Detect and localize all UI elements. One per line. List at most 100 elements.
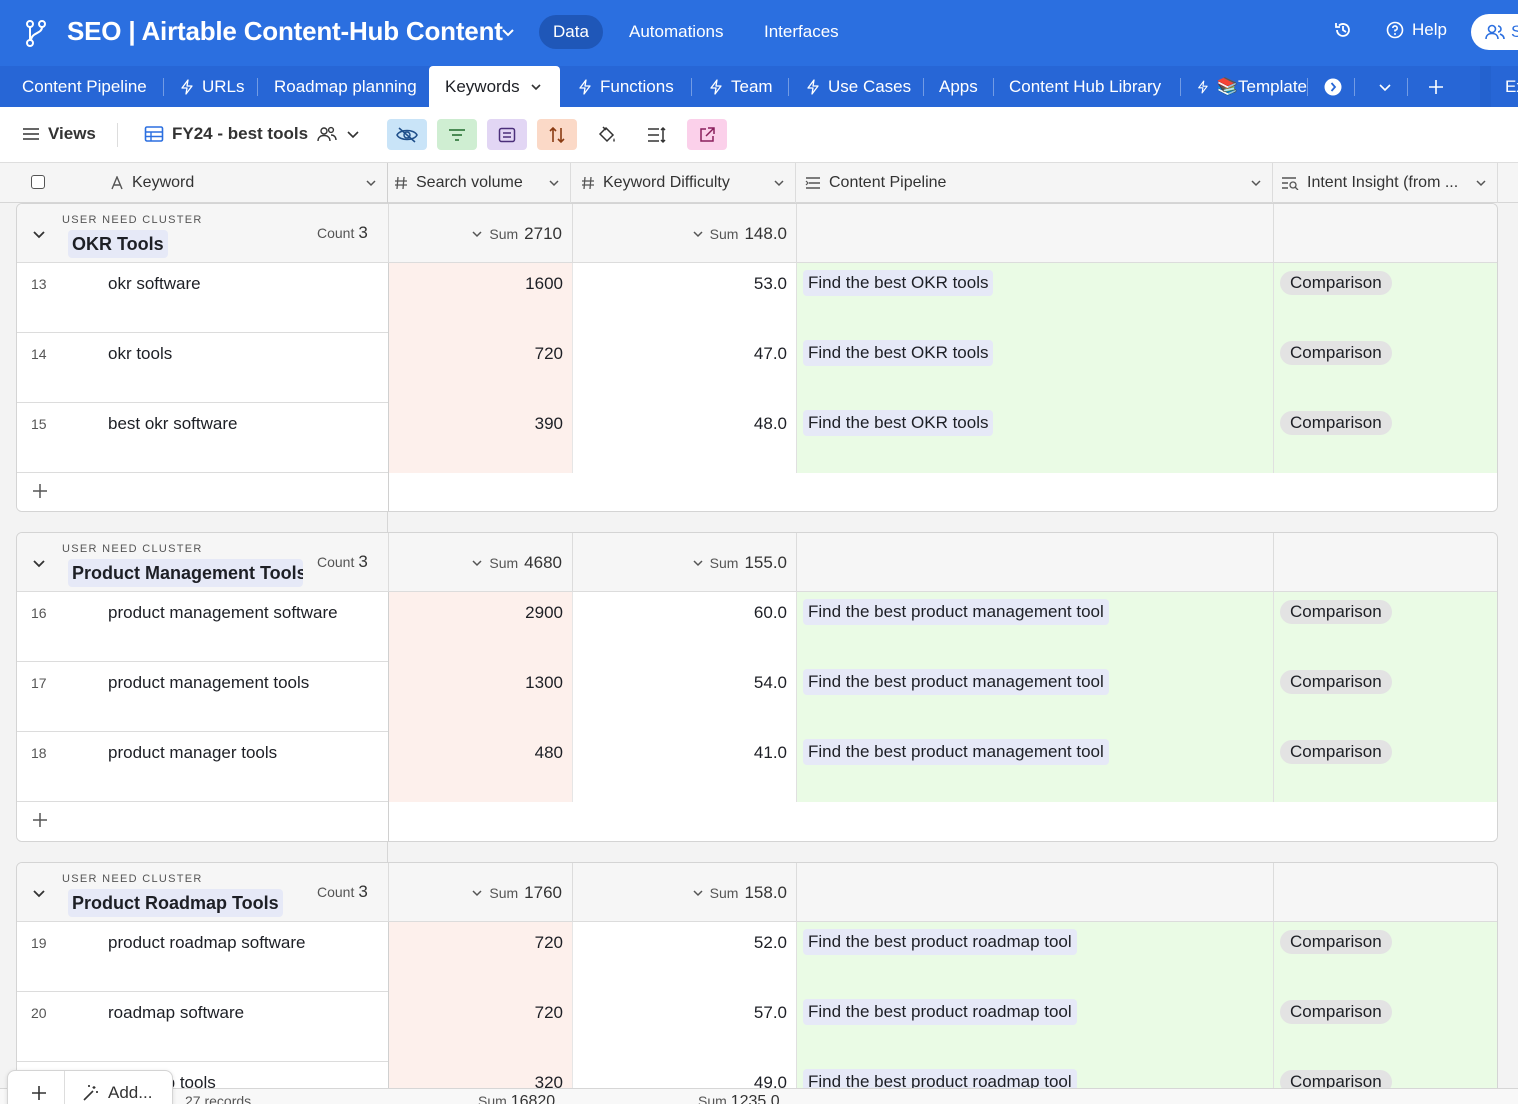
linked-record-chip[interactable]: Find the best OKR tools: [803, 270, 994, 296]
content-pipeline-cell[interactable]: Find the best product management tool: [796, 662, 1273, 732]
search-volume-cell[interactable]: 2900: [389, 592, 572, 662]
plus-icon[interactable]: [32, 483, 48, 499]
chevron-down-icon[interactable]: [471, 228, 483, 240]
group-header[interactable]: USER NEED CLUSTER Product Roadmap Tools …: [17, 863, 1497, 922]
table-row[interactable]: 15 best okr software 390 48.0 Find the b…: [17, 403, 1497, 473]
chevron-down-icon[interactable]: [31, 555, 47, 571]
add-record-row[interactable]: [17, 802, 1497, 841]
intent-insight-cell[interactable]: Comparison: [1273, 403, 1497, 473]
linked-record-chip[interactable]: Find the best product roadmap tool: [803, 929, 1077, 955]
intent-insight-cell[interactable]: Comparison: [1273, 992, 1497, 1062]
search-volume-cell[interactable]: 480: [389, 732, 572, 802]
group-header[interactable]: USER NEED CLUSTER OKR Tools Count 3 Sum 27…: [17, 204, 1497, 263]
keyword-cell[interactable]: okr software: [108, 274, 201, 294]
sum-keyword-difficulty[interactable]: Sum 158.0: [667, 863, 787, 922]
content-pipeline-cell[interactable]: Find the best product management tool: [796, 732, 1273, 802]
chevron-down-icon[interactable]: [1250, 177, 1262, 189]
sort-button[interactable]: [537, 119, 577, 150]
linked-record-chip[interactable]: Find the best OKR tools: [803, 340, 994, 366]
sum-search-volume[interactable]: Sum 2710: [457, 204, 562, 263]
keyword-difficulty-cell[interactable]: 60.0: [572, 592, 796, 662]
sum-search-volume[interactable]: Sum 4680: [457, 533, 562, 592]
chevron-down-icon[interactable]: [1475, 177, 1487, 189]
base-title[interactable]: SEO | Airtable Content-Hub Content: [67, 16, 503, 47]
chevron-down-icon[interactable]: [530, 81, 542, 93]
search-volume-cell[interactable]: 390: [389, 403, 572, 473]
chevron-down-icon[interactable]: [31, 226, 47, 242]
add-with-ai-button[interactable]: Add...: [82, 1083, 152, 1103]
chevron-down-icon[interactable]: [1378, 80, 1392, 94]
chevron-down-icon[interactable]: [31, 885, 47, 901]
chevron-down-icon[interactable]: [471, 887, 483, 899]
tab-content-pipeline[interactable]: Content Pipeline: [22, 66, 147, 107]
keyword-difficulty-cell[interactable]: 47.0: [572, 333, 796, 403]
chevron-down-icon[interactable]: [548, 177, 560, 189]
content-pipeline-cell[interactable]: Find the best product roadmap tool: [796, 992, 1273, 1062]
plus-icon[interactable]: [32, 812, 48, 828]
content-pipeline-cell[interactable]: Find the best OKR tools: [796, 263, 1273, 333]
content-pipeline-cell[interactable]: Find the best product management tool: [796, 592, 1273, 662]
views-button[interactable]: Views: [22, 124, 96, 144]
scroll-right-icon[interactable]: [1324, 78, 1342, 96]
content-pipeline-cell[interactable]: Find the best product roadmap tool: [796, 922, 1273, 992]
chevron-down-icon[interactable]: [773, 177, 785, 189]
share-button[interactable]: S: [1471, 14, 1518, 50]
sum-keyword-difficulty[interactable]: Sum 148.0: [667, 204, 787, 263]
intent-insight-cell[interactable]: Comparison: [1273, 263, 1497, 333]
linked-record-chip[interactable]: Find the best OKR tools: [803, 410, 994, 436]
column-header-search-volume[interactable]: Search volume: [388, 163, 571, 203]
tab-apps[interactable]: Apps: [939, 66, 978, 107]
linked-record-chip[interactable]: Find the best product management tool: [803, 669, 1109, 695]
intent-insight-cell[interactable]: Comparison: [1273, 592, 1497, 662]
table-row[interactable]: 18 product manager tools 480 41.0 Find t…: [17, 732, 1497, 802]
content-pipeline-cell[interactable]: Find the best OKR tools: [796, 333, 1273, 403]
tab-functions[interactable]: Functions: [578, 66, 674, 107]
table-row[interactable]: 20 roadmap software 720 57.0 Find the be…: [17, 992, 1497, 1062]
keyword-cell[interactable]: roadmap software: [108, 1003, 244, 1023]
chevron-down-icon[interactable]: [692, 887, 704, 899]
chevron-down-icon[interactable]: [346, 127, 360, 141]
row-height-button[interactable]: [637, 119, 677, 150]
table-row[interactable]: 17 product management tools 1300 54.0 Fi…: [17, 662, 1497, 732]
view-switcher[interactable]: FY24 - best tools: [144, 124, 360, 144]
keyword-difficulty-cell[interactable]: 53.0: [572, 263, 796, 333]
tab-template[interactable]: 📚Template: [1197, 66, 1307, 107]
nav-automations[interactable]: Automations: [615, 15, 738, 49]
table-row[interactable]: 13 okr software 1600 53.0 Find the best …: [17, 263, 1497, 333]
tab-team[interactable]: Team: [709, 66, 773, 107]
branch-logo-icon[interactable]: [24, 18, 48, 48]
keyword-cell[interactable]: best okr software: [108, 414, 237, 434]
search-volume-cell[interactable]: 720: [389, 333, 572, 403]
tab-urls[interactable]: URLs: [180, 66, 245, 107]
tab-content-hub-library[interactable]: Content Hub Library: [1009, 66, 1161, 107]
keyword-cell[interactable]: product roadmap software: [108, 933, 306, 953]
share-view-button[interactable]: [687, 119, 727, 150]
keyword-difficulty-cell[interactable]: 52.0: [572, 922, 796, 992]
filter-button[interactable]: [437, 119, 477, 150]
intent-insight-cell[interactable]: Comparison: [1273, 732, 1497, 802]
tab-keywords[interactable]: Keywords: [429, 66, 560, 107]
history-button[interactable]: [1333, 20, 1353, 40]
chevron-down-icon[interactable]: [471, 557, 483, 569]
intent-insight-cell[interactable]: Comparison: [1273, 922, 1497, 992]
column-header-keyword[interactable]: Keyword: [0, 163, 388, 203]
add-record-row[interactable]: [17, 473, 1497, 511]
keyword-cell[interactable]: product management software: [108, 603, 338, 623]
intent-insight-cell[interactable]: Comparison: [1273, 662, 1497, 732]
color-button[interactable]: [587, 119, 627, 150]
keyword-cell[interactable]: product management tools: [108, 673, 309, 693]
search-volume-cell[interactable]: 720: [389, 922, 572, 992]
nav-interfaces[interactable]: Interfaces: [750, 15, 853, 49]
chevron-down-icon[interactable]: [692, 228, 704, 240]
tab-roadmap-planning[interactable]: Roadmap planning: [274, 66, 417, 107]
keyword-difficulty-cell[interactable]: 57.0: [572, 992, 796, 1062]
sum-search-volume[interactable]: Sum 1760: [457, 863, 562, 922]
tab-use-cases[interactable]: Use Cases: [806, 66, 911, 107]
column-header-keyword-difficulty[interactable]: Keyword Difficulty: [571, 163, 796, 203]
select-all-checkbox[interactable]: [31, 175, 45, 189]
keyword-difficulty-cell[interactable]: 41.0: [572, 732, 796, 802]
column-header-content-pipeline[interactable]: Content Pipeline: [796, 163, 1273, 203]
table-row[interactable]: 14 okr tools 720 47.0 Find the best OKR …: [17, 333, 1497, 403]
chevron-down-icon[interactable]: [692, 557, 704, 569]
search-volume-cell[interactable]: 720: [389, 992, 572, 1062]
